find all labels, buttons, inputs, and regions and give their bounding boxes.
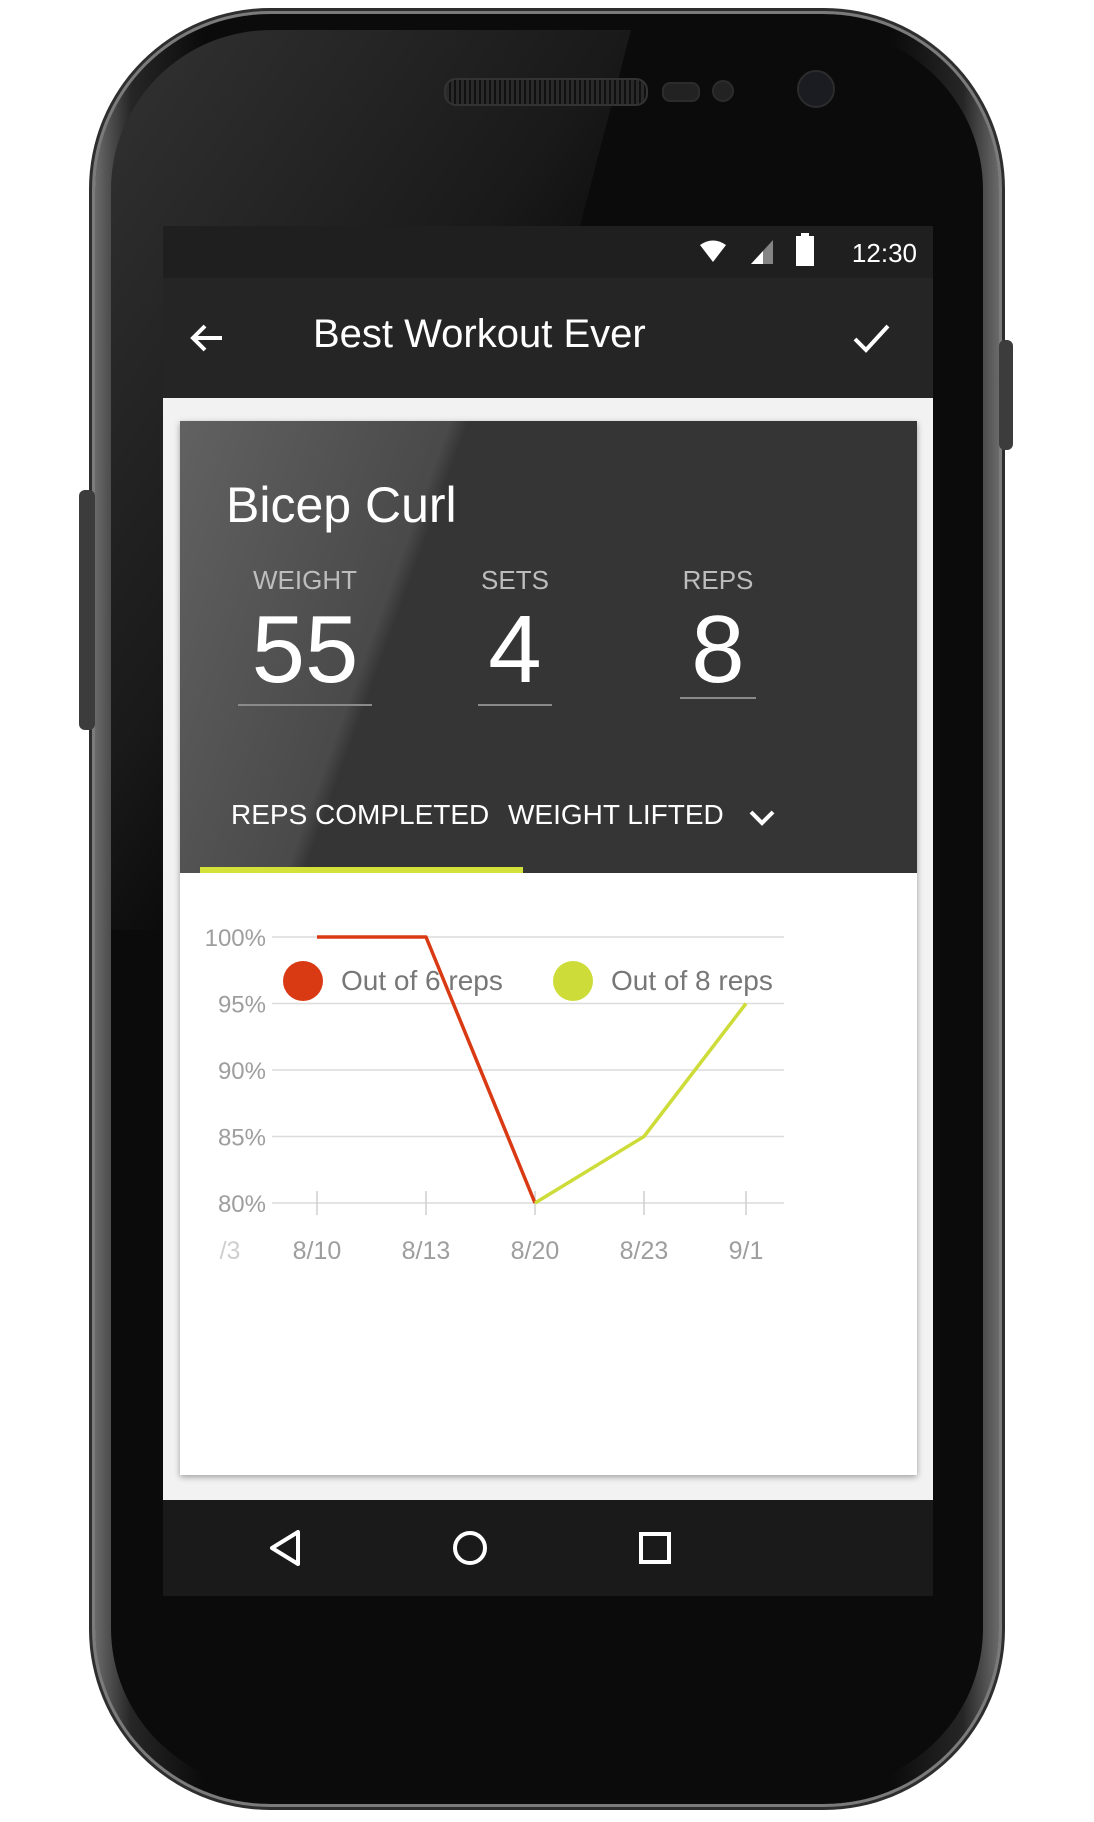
legend-label-6-reps: Out of 6 reps <box>341 965 503 996</box>
back-triangle-icon <box>270 1530 300 1566</box>
light-sensor <box>712 80 734 102</box>
sets-value[interactable]: 4 <box>478 595 552 705</box>
volume-button <box>79 490 95 730</box>
legend-dot-6-reps <box>283 961 323 1001</box>
proximity-sensor <box>662 82 700 102</box>
series-line-1 <box>534 1002 748 1205</box>
nav-home-button[interactable] <box>438 1516 502 1580</box>
earpiece-speaker <box>444 78 648 106</box>
sets-underline <box>478 704 552 706</box>
x-tick-label: 8/23 <box>620 1237 669 1265</box>
home-circle-icon <box>453 1531 487 1565</box>
reps-underline <box>680 697 756 699</box>
navigation-bar <box>163 1500 933 1596</box>
more-tabs-button[interactable] <box>730 785 794 849</box>
y-tick-label: 90% <box>218 1058 266 1085</box>
legend-dot-8-reps <box>553 961 593 1001</box>
sets-label: SETS <box>481 565 549 595</box>
y-tick-label: 80% <box>218 1191 266 1218</box>
status-bar: 12:30 <box>163 226 933 278</box>
y-tick-label: 85% <box>218 1125 266 1152</box>
legend-item-6-reps: Out of 6 reps <box>283 961 503 1001</box>
arrow-left-icon <box>190 324 222 352</box>
y-tick-label: 95% <box>218 992 266 1019</box>
wifi-icon <box>700 240 726 262</box>
page-title: Best Workout Ever <box>313 312 646 356</box>
app-bar: Best Workout Ever <box>163 278 933 398</box>
legend-item-8-reps: Out of 8 reps <box>553 961 773 1001</box>
recents-square-icon <box>639 1532 671 1564</box>
signal-icon <box>751 240 773 264</box>
weight-value[interactable]: 55 <box>238 595 372 705</box>
exercise-card: Bicep Curl WEIGHT 55 SETS 4 REPS 8 REPS … <box>180 421 917 1475</box>
power-button <box>999 340 1013 450</box>
weight-label: WEIGHT <box>253 565 357 595</box>
nav-back-button[interactable] <box>253 1516 317 1580</box>
exercise-header: Bicep Curl WEIGHT 55 SETS 4 REPS 8 REPS … <box>180 421 917 873</box>
back-button[interactable] <box>175 306 239 370</box>
weight-underline <box>238 704 372 706</box>
check-icon <box>853 324 890 353</box>
confirm-button[interactable] <box>839 306 903 370</box>
x-tick-label: 9/1 <box>729 1237 764 1265</box>
status-time: 12:30 <box>851 238 917 268</box>
tab-reps-completed[interactable]: REPS COMPLETED <box>231 799 489 831</box>
x-tick-label: 8/20 <box>511 1237 560 1265</box>
exercise-name: Bicep Curl <box>226 477 457 533</box>
reps-value[interactable]: 8 <box>680 595 756 705</box>
y-tick-label: 100% <box>205 925 266 952</box>
legend-label-8-reps: Out of 8 reps <box>611 965 773 996</box>
battery-icon <box>796 233 814 266</box>
x-tick-label: 8/13 <box>402 1237 451 1265</box>
x-tick-label: 8/10 <box>293 1237 342 1265</box>
tab-weight-lifted[interactable]: WEIGHT LIFTED <box>508 799 724 831</box>
reps-label: REPS <box>682 565 754 595</box>
screen: 12:30 Best Workout Ever Bicep Curl WEIGH… <box>163 226 933 1596</box>
front-camera <box>797 70 835 108</box>
nav-recents-button[interactable] <box>623 1516 687 1580</box>
x-tick-label: /3 <box>220 1237 241 1265</box>
chevron-down-icon <box>749 810 775 826</box>
